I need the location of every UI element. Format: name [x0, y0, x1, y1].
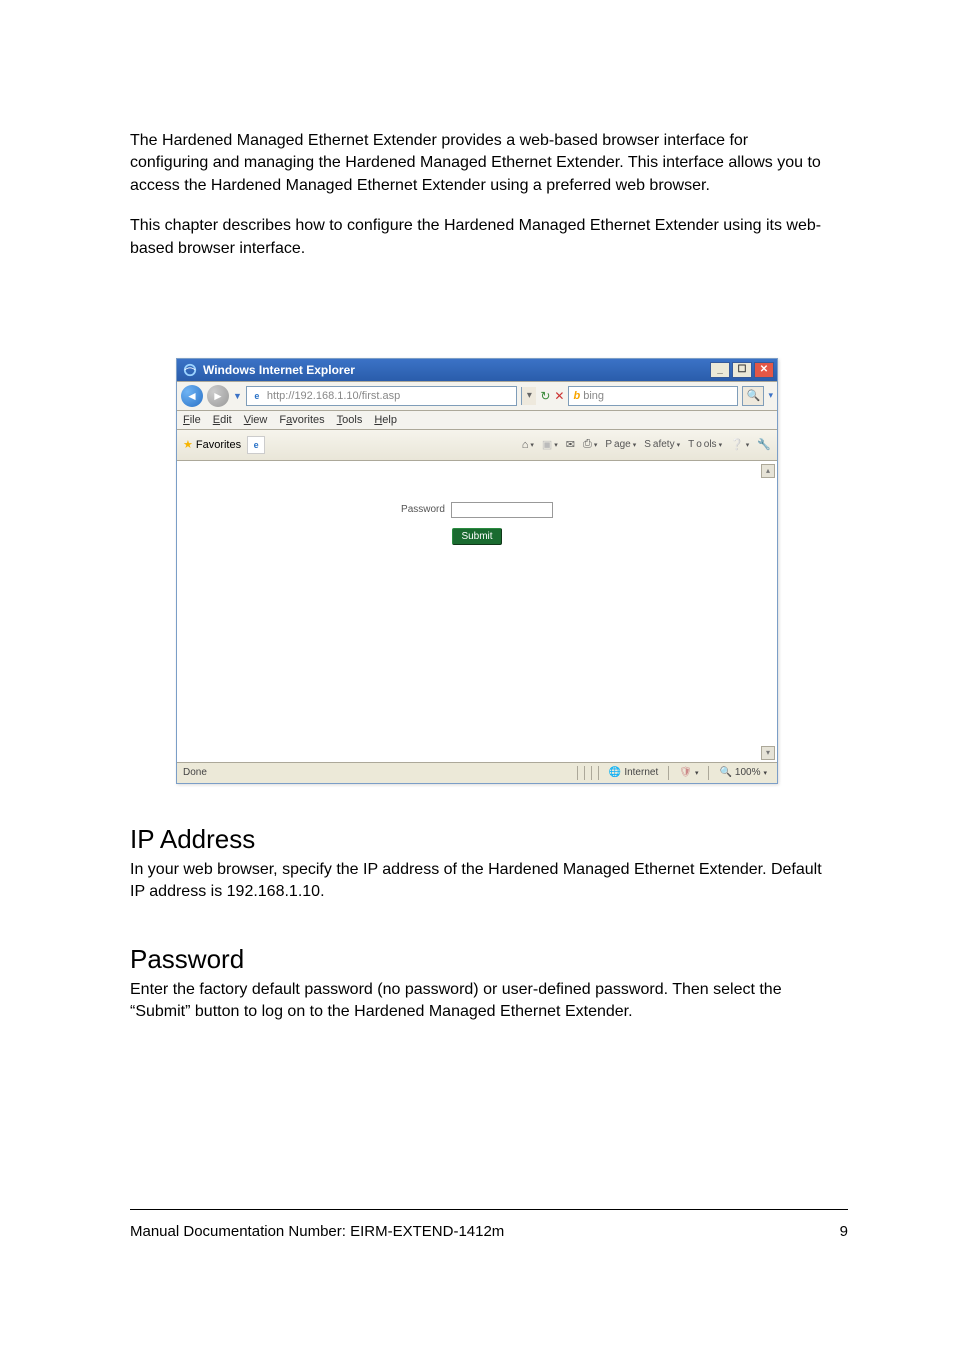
submit-button[interactable]: Submit — [452, 528, 501, 545]
print-button[interactable]: ⎙▾ — [583, 438, 597, 451]
password-input[interactable] — [451, 502, 553, 518]
maximize-button[interactable]: ☐ — [732, 362, 752, 378]
status-text: Done — [177, 767, 207, 778]
password-text: Enter the factory default password (no p… — [130, 979, 824, 1024]
menu-file[interactable]: File — [183, 414, 201, 426]
page-menu[interactable]: Page ▾ — [605, 439, 636, 450]
stop-button[interactable]: ✕ — [554, 389, 564, 403]
password-label: Password — [401, 504, 445, 515]
bing-icon: b — [573, 390, 580, 402]
globe-icon: 🌐 — [609, 767, 621, 778]
feeds-button[interactable]: ▣▾ — [542, 438, 558, 451]
footer-doc-number: Manual Documentation Number: EIRM-EXTEND… — [130, 1223, 504, 1240]
safety-menu[interactable]: Safety ▾ — [644, 439, 680, 450]
status-bar: Done 🌐 Internet 🛡 ▾ 🔍 100% — [177, 762, 777, 783]
menu-view[interactable]: View — [244, 414, 268, 426]
zoom-control[interactable]: 🔍 100% ▾ — [715, 766, 771, 780]
favorites-button[interactable]: ★ Favorites — [183, 438, 241, 451]
zoom-value: 100% — [735, 767, 761, 778]
shield-icon: 🛡 — [679, 767, 692, 778]
tab-item[interactable]: e — [247, 436, 265, 454]
favorites-label: Favorites — [196, 439, 241, 451]
ip-address-text: In your web browser, specify the IP addr… — [130, 859, 824, 904]
password-heading: Password — [130, 944, 824, 975]
window-titlebar: Windows Internet Explorer _ ☐ ✕ — [177, 359, 777, 381]
star-icon: ★ — [183, 438, 193, 451]
forward-button[interactable]: ► — [207, 385, 229, 407]
search-placeholder: bing — [583, 390, 604, 402]
search-input[interactable]: b bing — [568, 386, 738, 406]
menu-favorites[interactable]: Favorites — [279, 414, 324, 426]
address-url: http://192.168.1.10/first.asp — [267, 390, 400, 402]
menu-help[interactable]: Help — [374, 414, 397, 426]
menu-bar: File Edit View Favorites Tools Help — [177, 411, 777, 430]
address-dropdown-button[interactable]: ▾ — [521, 387, 536, 405]
footer-divider — [130, 1209, 848, 1210]
help-icon: ❔ — [730, 438, 744, 451]
nav-dropdown-icon[interactable]: ▼ — [233, 391, 242, 401]
back-button[interactable]: ◄ — [181, 385, 203, 407]
devtools-button[interactable]: 🔧 — [757, 438, 771, 451]
tab-page-icon: e — [254, 440, 259, 450]
tools-menu[interactable]: Tools ▾ — [688, 439, 722, 450]
print-icon: ⎙ — [583, 438, 592, 451]
home-button[interactable]: ⌂▾ — [522, 439, 534, 451]
mail-icon: ✉ — [566, 438, 575, 451]
search-dropdown-icon[interactable]: ▾ — [768, 390, 773, 401]
address-bar-row: ◄ ► ▼ e http://192.168.1.10/first.asp ▾ … — [177, 381, 777, 411]
wrench-icon: 🔧 — [757, 438, 771, 451]
zoom-icon: 🔍 — [719, 767, 731, 778]
security-zone[interactable]: 🌐 Internet — [605, 766, 662, 780]
mail-button[interactable]: ✉ — [566, 438, 575, 451]
rss-icon: ▣ — [542, 438, 552, 451]
menu-tools[interactable]: Tools — [337, 414, 363, 426]
footer-page-number: 9 — [840, 1223, 848, 1240]
refresh-button[interactable]: ↻ — [540, 389, 550, 403]
page-icon: e — [251, 390, 263, 402]
ie-window: Windows Internet Explorer _ ☐ ✕ ◄ ► ▼ e … — [176, 358, 778, 784]
search-button[interactable]: 🔍 — [742, 386, 764, 406]
ip-address-heading: IP Address — [130, 824, 824, 855]
command-bar: ★ Favorites e ⌂▾ ▣▾ ✉ ⎙▾ Page ▾ Safety ▾… — [177, 430, 777, 461]
home-icon: ⌂ — [522, 439, 529, 451]
scroll-down-button[interactable]: ▾ — [761, 746, 775, 760]
intro-paragraph-2: This chapter describes how to configure … — [130, 215, 824, 260]
address-input[interactable]: e http://192.168.1.10/first.asp — [246, 386, 517, 406]
intro-paragraph-1: The Hardened Managed Ethernet Extender p… — [130, 130, 824, 197]
page-content: ▴ Password Submit ▾ — [177, 461, 777, 762]
window-title: Windows Internet Explorer — [203, 363, 710, 377]
close-button[interactable]: ✕ — [754, 362, 774, 378]
help-button[interactable]: ❔▾ — [730, 438, 749, 451]
minimize-button[interactable]: _ — [710, 362, 730, 378]
scroll-up-button[interactable]: ▴ — [761, 464, 775, 478]
menu-edit[interactable]: Edit — [213, 414, 232, 426]
ie-logo-icon — [183, 363, 197, 377]
zone-label: Internet — [624, 767, 658, 778]
protected-mode: 🛡 ▾ — [675, 766, 702, 780]
